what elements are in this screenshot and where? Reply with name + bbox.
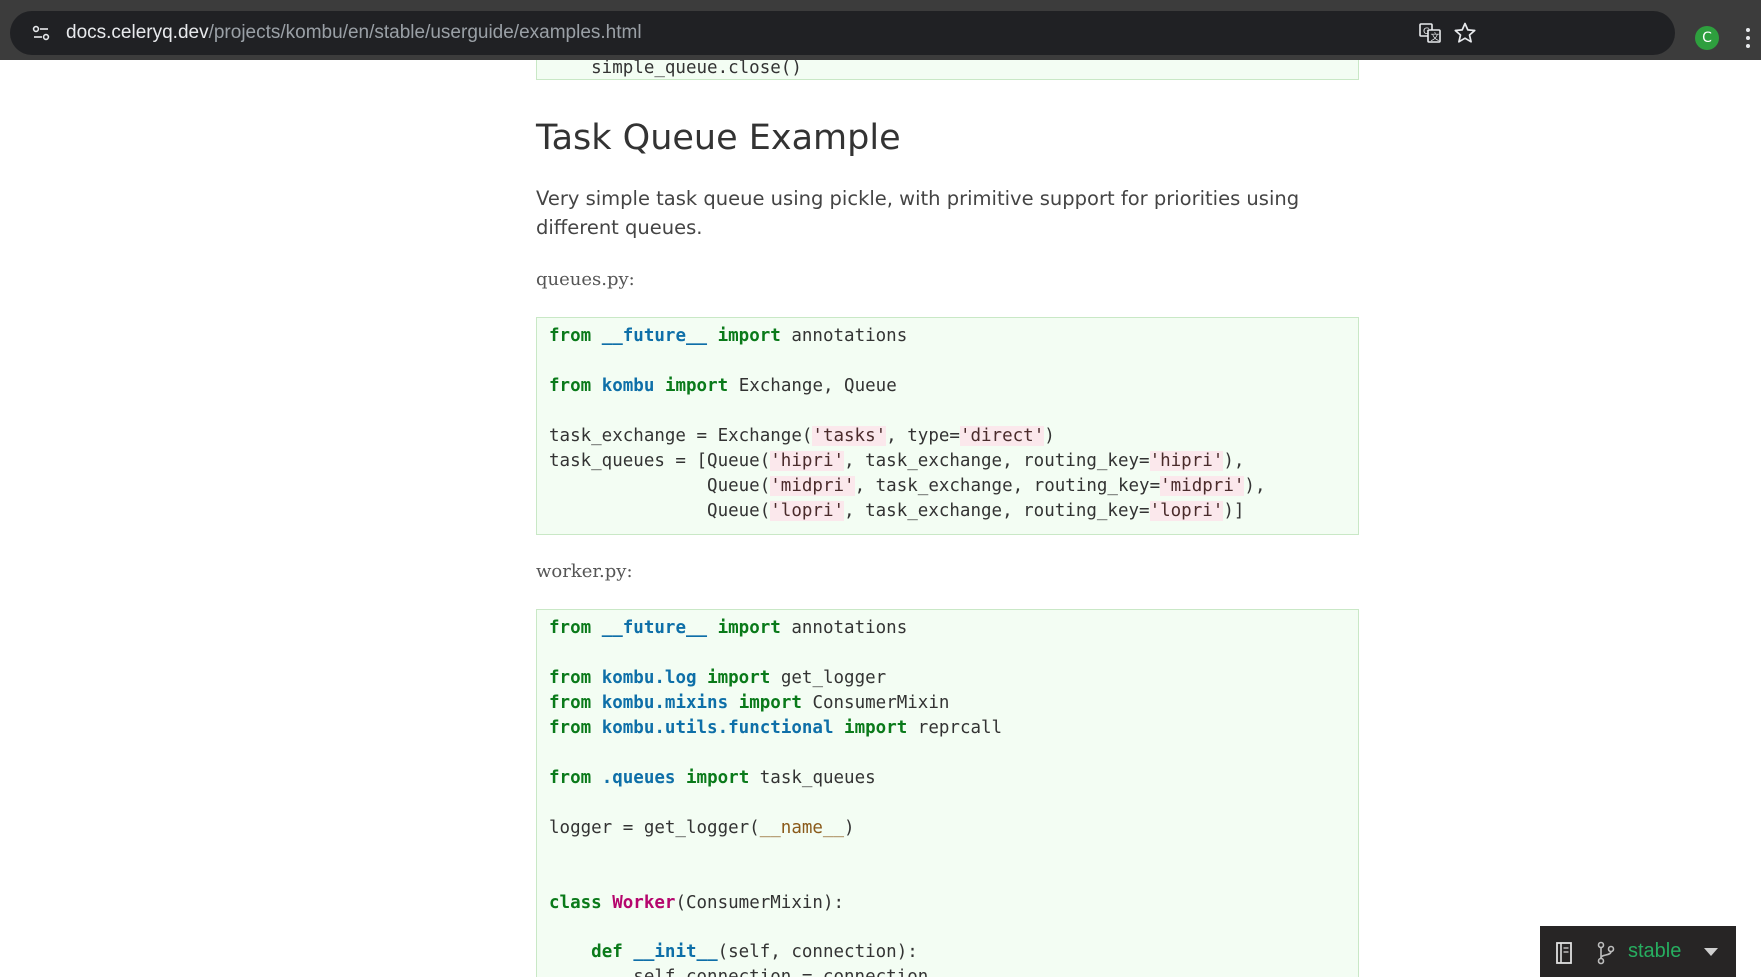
code-line: from .queues import task_queues [549,768,876,788]
svg-text:文: 文 [1431,31,1440,43]
translate-icon[interactable]: G 文 [1418,21,1442,45]
version-label[interactable]: stable [1628,940,1681,963]
code-line: task_exchange = Exchange('tasks', type='… [549,426,1055,446]
profile-avatar[interactable]: C [1695,26,1719,50]
page-content[interactable]: simple_queue.close() Task Queue Example … [0,60,1761,977]
intro-paragraph: Very simple task queue using pickle, wit… [536,187,1300,239]
code-line: Queue('lopri', task_exchange, routing_ke… [549,501,1245,521]
code-line: Queue('midpri', task_exchange, routing_k… [549,476,1266,496]
browser-top-strip [0,0,1761,8]
git-branch-icon [1597,941,1615,965]
url-text[interactable]: docs.celeryq.dev/projects/kombu/en/stabl… [66,22,642,44]
code-block-worker[interactable]: from __future__ import annotations from … [536,609,1359,977]
code-block-queues[interactable]: from __future__ import annotations from … [536,317,1359,535]
code-line: class Worker(ConsumerMixin): [549,893,845,913]
page-title: Task Queue Example [536,118,901,158]
address-bar[interactable]: docs.celeryq.dev/projects/kombu/en/stabl… [10,11,1675,55]
code-line: from __future__ import annotations [549,326,908,346]
code-line: task_queues = [Queue('hipri', task_excha… [549,451,1245,471]
browser-menu-icon[interactable] [1743,25,1753,51]
bookmark-star-icon[interactable] [1453,21,1477,45]
url-path: /projects/kombu/en/stable/userguide/exam… [208,22,642,43]
code-line: from kombu.log import get_logger [549,668,887,688]
code-line: from kombu import Exchange, Queue [549,376,897,396]
code-block-previous: simple_queue.close() [536,60,1359,80]
code-line: from kombu.utils.functional import reprc… [549,718,1003,738]
site-info-icon[interactable] [32,24,50,42]
code-line: self.connection = connection [549,967,929,977]
code-line: def __init__(self, connection): [591,942,918,962]
book-icon [1556,942,1572,964]
url-host: docs.celeryq.dev [66,22,209,43]
rtd-version-flyout[interactable]: stable [1540,926,1736,977]
code-line: simple_queue.close() [549,60,802,78]
caret-down-icon[interactable] [1704,948,1718,956]
file-label-queues: queues.py: [536,269,635,290]
browser-toolbar: docs.celeryq.dev/projects/kombu/en/stabl… [0,8,1761,60]
code-line: from kombu.mixins import ConsumerMixin [549,693,950,713]
code-line: logger = get_logger(__name__) [549,818,855,838]
code-line: from __future__ import annotations [549,618,908,638]
file-label-worker: worker.py: [536,561,633,582]
